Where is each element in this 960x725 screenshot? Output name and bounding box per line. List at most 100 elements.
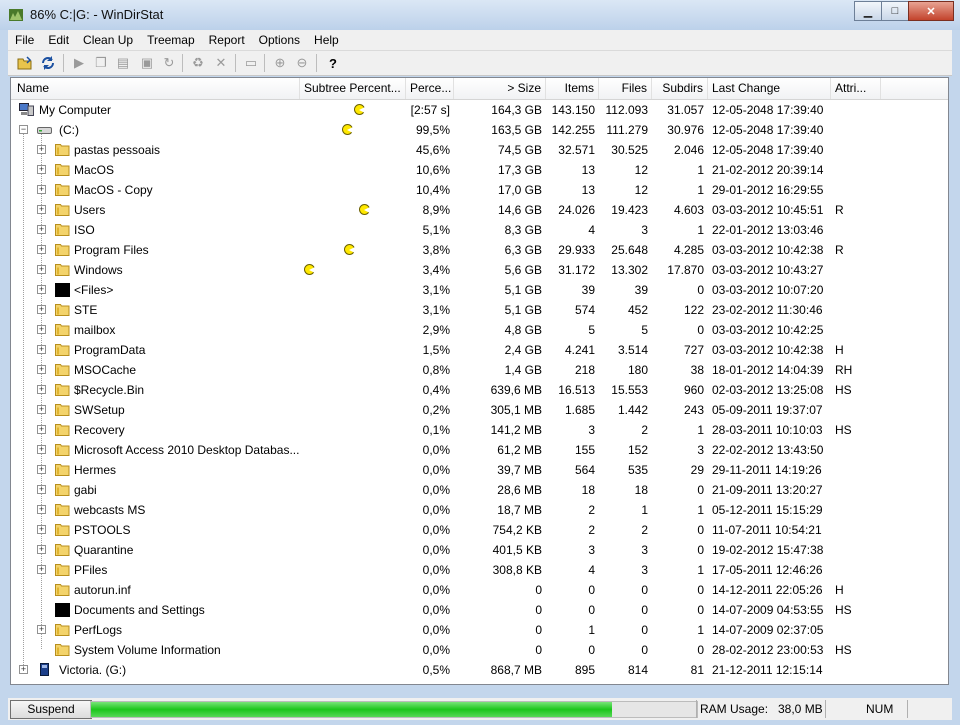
table-row[interactable]: + PFiles 0,0% 308,8 KB 4 3 1 17-05-2011 12:46:2…: [11, 560, 948, 580]
expand-toggle[interactable]: +: [37, 225, 46, 234]
table-row[interactable]: autorun.inf 0,0% 0 0 0 0 14-12-2011 22:05:26 H: [11, 580, 948, 600]
table-row[interactable]: + MacOS 10,6% 17,3 GB 13 12 1 21-02-2012 20:39:…: [11, 160, 948, 180]
expand-toggle[interactable]: +: [37, 525, 46, 534]
cell-files: 3: [641, 223, 648, 237]
expand-toggle[interactable]: +: [37, 565, 46, 574]
table-row[interactable]: + webcasts MS 0,0% 18,7 MB 2 1 1 05-12-2011 15:…: [11, 500, 948, 520]
table-row[interactable]: + Hermes 0,0% 39,7 MB 564 535 29 29-11-2011 14:…: [11, 460, 948, 480]
play-icon[interactable]: ▶: [70, 54, 88, 72]
table-row[interactable]: + SWSetup 0,2% 305,1 MB 1.685 1.442 243 05-09-2…: [11, 400, 948, 420]
table-row[interactable]: + MSOCache 0,8% 1,4 GB 218 180 38 18-01-2012 14…: [11, 360, 948, 380]
table-row[interactable]: + Users 8,9% 14,6 GB 24.026 19.423 4.603 03-03-…: [11, 200, 948, 220]
table-row[interactable]: + mailbox 2,9% 4,8 GB 5 5 0 03-03-2012 10:42:25: [11, 320, 948, 340]
table-row[interactable]: + Microsoft Access 2010 Desktop Databas..…: [11, 440, 948, 460]
copy-icon[interactable]: ❐: [92, 54, 110, 72]
table-row[interactable]: + Recovery 0,1% 141,2 MB 3 2 1 28-03-2011 10:10…: [11, 420, 948, 440]
table-row[interactable]: + $Recycle.Bin 0,4% 639,6 MB 16.513 15.553 960…: [11, 380, 948, 400]
menu-help[interactable]: Help: [307, 30, 346, 50]
directory-tree-list[interactable]: Name Subtree Percent... Perce... > Size Item…: [10, 77, 949, 685]
subtree-percentage-pacman-icon: [304, 264, 315, 275]
table-row[interactable]: + gabi 0,0% 28,6 MB 18 18 0 21-09-2011 13:20:27: [11, 480, 948, 500]
expand-toggle[interactable]: +: [37, 185, 46, 194]
cell-items: 29.933: [558, 243, 595, 257]
item-name: Microsoft Access 2010 Desktop Databas...: [74, 443, 300, 457]
table-row[interactable]: Documents and Settings 0,0% 0 0 0 0 14-07-2009…: [11, 600, 948, 620]
expand-toggle[interactable]: +: [19, 665, 28, 674]
table-row[interactable]: + STE 3,1% 5,1 GB 574 452 122 23-02-2012 11:30:…: [11, 300, 948, 320]
table-row[interactable]: + pastas pessoais 45,6% 74,5 GB 32.571 30.525…: [11, 140, 948, 160]
expand-toggle[interactable]: +: [37, 305, 46, 314]
collapse-toggle[interactable]: −: [19, 125, 28, 134]
expand-toggle[interactable]: +: [37, 425, 46, 434]
expand-toggle[interactable]: +: [37, 265, 46, 274]
expand-toggle[interactable]: +: [37, 385, 46, 394]
expand-toggle[interactable]: +: [37, 205, 46, 214]
zoom-out-icon[interactable]: ⊖: [293, 54, 311, 72]
subtree-percentage-pacman-icon: [353, 104, 365, 115]
expand-toggle[interactable]: +: [37, 505, 46, 514]
menu-options[interactable]: Options: [252, 30, 307, 50]
menu-clean-up[interactable]: Clean Up: [76, 30, 140, 50]
expand-toggle[interactable]: +: [37, 245, 46, 254]
column-header-size[interactable]: > Size: [454, 78, 546, 99]
table-row[interactable]: + MacOS - Copy 10,4% 17,0 GB 13 12 1 29-01-2012…: [11, 180, 948, 200]
explorer-icon[interactable]: ▤: [114, 54, 132, 72]
column-header-name[interactable]: Name: [11, 78, 300, 99]
expand-toggle[interactable]: +: [37, 365, 46, 374]
expand-toggle[interactable]: +: [37, 485, 46, 494]
expand-toggle[interactable]: +: [37, 145, 46, 154]
table-row[interactable]: + PSTOOLS 0,0% 754,2 KB 2 2 0 11-07-2011 10:54:…: [11, 520, 948, 540]
expand-toggle[interactable]: +: [37, 625, 46, 634]
cell-last-change: 28-02-2012 23:00:53: [712, 643, 824, 657]
zoom-in-icon[interactable]: ⊕: [271, 54, 289, 72]
column-header-last-change[interactable]: Last Change: [708, 78, 831, 99]
table-row[interactable]: + Victoria. (G:) 0,5% 868,7 MB 895 814 81 21-12…: [11, 660, 948, 680]
cell-items: 24.026: [558, 203, 595, 217]
expand-toggle[interactable]: +: [37, 545, 46, 554]
column-header-percent[interactable]: Perce...: [406, 78, 454, 99]
expand-toggle[interactable]: +: [37, 445, 46, 454]
table-row[interactable]: − (C:) 99,5% 163,5 GB 142.255 111.279 30.976 12…: [11, 120, 948, 140]
item-name: Documents and Settings: [74, 603, 205, 617]
expand-toggle[interactable]: +: [37, 345, 46, 354]
column-header-attributes[interactable]: Attri...: [831, 78, 881, 99]
menu-edit[interactable]: Edit: [41, 30, 76, 50]
table-row[interactable]: + ProgramData 1,5% 2,4 GB 4.241 3.514 727 03-03…: [11, 340, 948, 360]
new-folder-icon[interactable]: ▭: [242, 54, 260, 72]
delete-icon[interactable]: ✕: [212, 54, 230, 72]
table-row[interactable]: System Volume Information 0,0% 0 0 0 0 28-02-2…: [11, 640, 948, 660]
expand-toggle[interactable]: +: [37, 325, 46, 334]
table-row[interactable]: + PerfLogs 0,0% 0 1 0 1 14-07-2009 02:37:05: [11, 620, 948, 640]
suspend-button[interactable]: Suspend: [10, 700, 92, 719]
table-row[interactable]: + ISO 5,1% 8,3 GB 4 3 1 22-01-2012 13:03:46: [11, 220, 948, 240]
menu-report[interactable]: Report: [202, 30, 252, 50]
table-row[interactable]: + <Files> 3,1% 5,1 GB 39 39 0 03-03-2012 10:07:…: [11, 280, 948, 300]
maximize-button[interactable]: □: [881, 1, 909, 21]
menu-treemap[interactable]: Treemap: [140, 30, 202, 50]
item-name: PSTOOLS: [74, 523, 131, 537]
open-icon[interactable]: [16, 54, 34, 72]
table-row[interactable]: + Program Files 3,8% 6,3 GB 29.933 25.648 4.28…: [11, 240, 948, 260]
item-name: ISO: [74, 223, 95, 237]
expand-toggle[interactable]: +: [37, 405, 46, 414]
table-row[interactable]: My Computer [2:57 s] 164,3 GB 143.150 112.09…: [11, 100, 948, 120]
expand-toggle[interactable]: +: [37, 465, 46, 474]
menu-file[interactable]: File: [8, 30, 41, 50]
refresh-icon[interactable]: [39, 54, 57, 72]
recycle-icon[interactable]: ♻: [189, 54, 207, 72]
minimize-button[interactable]: ▁: [854, 1, 882, 21]
help-icon[interactable]: ?: [324, 54, 342, 72]
cmd-icon[interactable]: ▣: [138, 54, 156, 72]
refresh-selected-icon[interactable]: ↻: [160, 54, 178, 72]
cell-last-change: 02-03-2012 13:25:08: [712, 383, 824, 397]
column-header-items[interactable]: Items: [546, 78, 599, 99]
table-row[interactable]: + Windows 3,4% 5,6 GB 31.172 13.302 17.870 03-0…: [11, 260, 948, 280]
column-header-subdirs[interactable]: Subdirs: [652, 78, 708, 99]
table-row[interactable]: + Quarantine 0,0% 401,5 KB 3 3 0 19-02-2012 15:…: [11, 540, 948, 560]
close-button[interactable]: ✕: [908, 1, 954, 21]
column-header-subtree[interactable]: Subtree Percent...: [300, 78, 406, 99]
expand-toggle[interactable]: +: [37, 285, 46, 294]
expand-toggle[interactable]: +: [37, 165, 46, 174]
column-header-files[interactable]: Files: [599, 78, 652, 99]
title-bar[interactable]: 86% C:|G: - WinDirStat ▁ □ ✕: [0, 0, 960, 30]
